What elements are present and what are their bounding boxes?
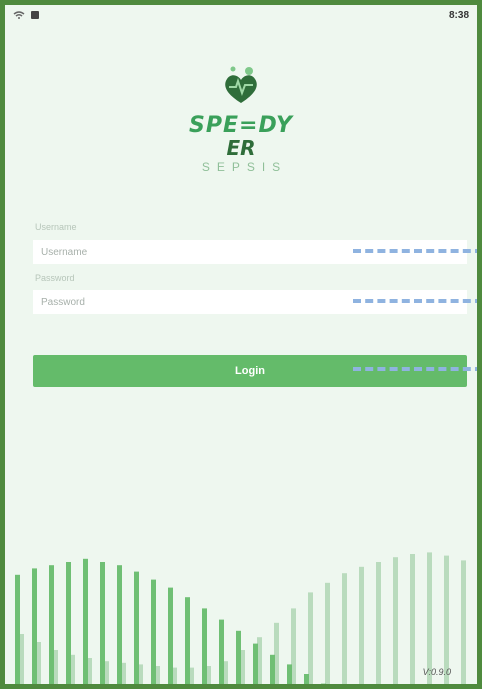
bar-light xyxy=(325,582,330,684)
username-label: Username xyxy=(35,222,77,232)
bar-light xyxy=(359,566,364,684)
dashed-marker xyxy=(353,367,477,371)
logo-text-sepsis: SEPSIS xyxy=(201,160,288,174)
status-bar: 8:38 xyxy=(5,5,477,25)
bar-dark xyxy=(100,562,105,684)
dashed-marker xyxy=(353,299,477,303)
bar-light xyxy=(393,557,398,684)
dashed-marker xyxy=(353,249,477,253)
sim-icon xyxy=(31,11,39,19)
app-logo: SPE=DY ER SEPSIS xyxy=(5,65,477,174)
password-label: Password xyxy=(35,273,75,283)
version-label: V:0.9.0 xyxy=(422,667,451,677)
bar-dark xyxy=(236,630,241,684)
bar-dark xyxy=(270,654,275,684)
bar-dark xyxy=(66,562,71,684)
bar-dark xyxy=(287,664,292,684)
bar-dark xyxy=(253,643,258,684)
decorative-bars xyxy=(15,552,482,689)
bar-dark xyxy=(15,574,20,684)
app-screen: 8:38 SPE=DY ER SEPSIS Username Password … xyxy=(0,0,482,689)
bar-dark xyxy=(304,674,309,684)
bar-dark xyxy=(185,597,190,684)
logo-text-er: ER xyxy=(226,136,256,160)
bar-dark xyxy=(168,587,173,684)
bar-dark xyxy=(134,571,139,684)
bar-light xyxy=(342,573,347,684)
bar-dark xyxy=(321,683,326,684)
status-icons xyxy=(13,11,39,19)
bar-dark xyxy=(83,558,88,684)
logo-text-speedy: SPE=DY xyxy=(189,113,293,138)
wifi-icon xyxy=(13,11,25,19)
status-time: 8:38 xyxy=(448,9,469,21)
bar-dark xyxy=(117,565,122,684)
bar-dark xyxy=(32,568,37,684)
bar-dark xyxy=(202,608,207,684)
bar-dark xyxy=(219,619,224,684)
bar-light xyxy=(461,560,466,684)
bar-light xyxy=(376,562,381,684)
bar-light xyxy=(410,554,415,684)
bar-dark xyxy=(49,565,54,684)
heart-pulse-icon xyxy=(225,66,257,103)
login-button[interactable]: Login xyxy=(33,355,467,387)
bar-light xyxy=(478,564,482,689)
bar-dark xyxy=(151,579,156,684)
